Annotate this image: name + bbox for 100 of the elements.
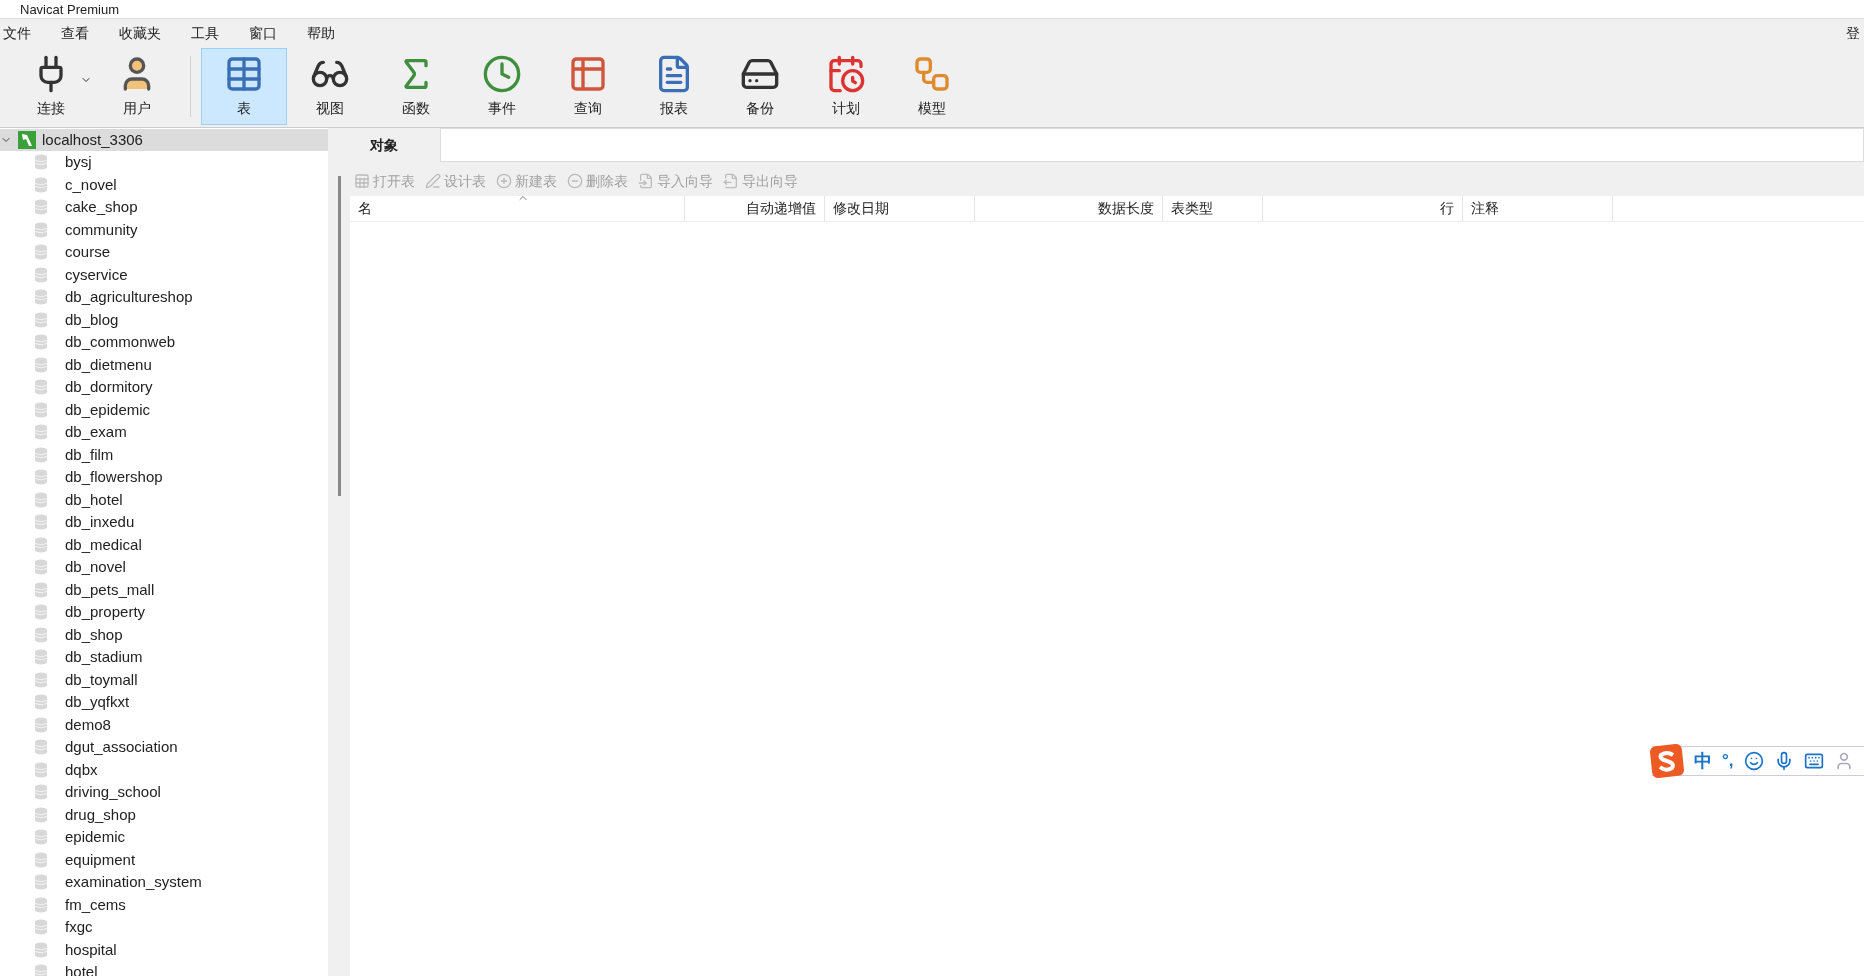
database-item[interactable]: course — [0, 241, 328, 264]
database-item[interactable]: dqbx — [0, 758, 328, 781]
database-item[interactable]: bysj — [0, 151, 328, 174]
database-item[interactable]: fxgc — [0, 916, 328, 939]
menu-item[interactable]: 文件 — [0, 20, 34, 47]
toolbar-button[interactable]: 表 — [201, 48, 287, 125]
database-item[interactable]: db_toymall — [0, 668, 328, 691]
database-icon — [34, 334, 48, 351]
column-header[interactable]: 表类型 — [1163, 196, 1263, 221]
database-item[interactable]: db_medical — [0, 533, 328, 556]
column-header[interactable]: 行 — [1263, 196, 1463, 221]
database-icon — [34, 424, 48, 441]
database-icon — [34, 401, 48, 418]
column-header[interactable]: 自动递增值 — [685, 196, 825, 221]
database-icon — [34, 941, 48, 958]
database-item[interactable]: db_pets_mall — [0, 578, 328, 601]
database-item[interactable]: db_stadium — [0, 646, 328, 669]
database-icon — [34, 266, 48, 283]
toolbar-button[interactable]: 报表 — [631, 48, 717, 125]
database-item[interactable]: db_property — [0, 601, 328, 624]
database-icon — [34, 244, 48, 261]
database-icon — [34, 581, 48, 598]
database-icon — [34, 379, 48, 396]
menu-item[interactable]: 帮助 — [304, 20, 338, 47]
toolbar-button[interactable]: 计划 — [803, 48, 889, 125]
database-item[interactable]: hospital — [0, 938, 328, 961]
database-icon — [34, 874, 48, 891]
calendar-icon — [826, 54, 866, 94]
punctuation-mode[interactable]: °, — [1722, 748, 1734, 774]
database-item[interactable]: db_shop — [0, 623, 328, 646]
database-item[interactable]: demo8 — [0, 713, 328, 736]
toolbar-button[interactable]: 函数 — [373, 48, 459, 125]
database-item[interactable]: drug_shop — [0, 803, 328, 826]
database-icon — [34, 671, 48, 688]
database-item[interactable]: db_commonweb — [0, 331, 328, 354]
window-title: Navicat Premium — [20, 2, 119, 16]
emoji-icon[interactable] — [1743, 751, 1764, 771]
toolbar-button[interactable]: 模型 — [889, 48, 975, 125]
database-item[interactable]: db_inxedu — [0, 511, 328, 534]
menu-item[interactable]: 工具 — [188, 20, 222, 47]
menu-item[interactable]: 查看 — [58, 20, 92, 47]
database-item[interactable]: db_novel — [0, 556, 328, 579]
login-link[interactable]: 登 — [1846, 23, 1864, 44]
database-item[interactable]: epidemic — [0, 826, 328, 849]
database-icon — [34, 784, 48, 801]
database-icon — [34, 806, 48, 823]
minus-icon — [567, 173, 583, 189]
diagram-icon — [912, 54, 952, 94]
menu-item[interactable]: 收藏夹 — [116, 20, 164, 47]
column-header[interactable]: 数据长度 — [975, 196, 1163, 221]
database-icon — [34, 626, 48, 643]
input-mode[interactable]: 中 — [1694, 747, 1712, 775]
database-item[interactable]: db_dietmenu — [0, 353, 328, 376]
toolbar-button[interactable]: 用户 — [94, 48, 180, 125]
database-item[interactable]: driving_school — [0, 781, 328, 804]
clock-icon — [482, 54, 522, 94]
import-icon — [638, 173, 654, 189]
database-item[interactable]: db_flowershop — [0, 466, 328, 489]
database-item[interactable]: equipment — [0, 848, 328, 871]
database-item[interactable]: db_exam — [0, 421, 328, 444]
database-item[interactable]: db_agricultureshop — [0, 286, 328, 309]
database-icon — [34, 514, 48, 531]
table-icon — [354, 173, 370, 189]
database-icon — [34, 559, 48, 576]
table-icon — [568, 54, 608, 94]
toolbar-button[interactable]: 查询 — [545, 48, 631, 125]
database-icon — [34, 356, 48, 373]
database-item[interactable]: fm_cems — [0, 893, 328, 916]
database-item[interactable]: examination_system — [0, 871, 328, 894]
database-item[interactable]: dgut_association — [0, 736, 328, 759]
database-item[interactable]: c_novel — [0, 173, 328, 196]
toolbar-button[interactable]: 事件 — [459, 48, 545, 125]
toolbar-button[interactable]: 备份 — [717, 48, 803, 125]
column-header[interactable]: 修改日期 — [825, 196, 975, 221]
database-item[interactable]: db_blog — [0, 308, 328, 331]
database-icon — [34, 761, 48, 778]
database-item[interactable]: cake_shop — [0, 196, 328, 219]
keyboard-icon[interactable] — [1803, 751, 1824, 771]
column-header[interactable]: 注释 — [1463, 196, 1613, 221]
menu-item[interactable]: 窗口 — [246, 20, 280, 47]
database-item[interactable]: db_epidemic — [0, 398, 328, 421]
database-item[interactable]: db_hotel — [0, 488, 328, 511]
database-icon — [34, 604, 48, 621]
database-icon — [34, 536, 48, 553]
database-item[interactable]: db_dormitory — [0, 376, 328, 399]
database-item[interactable]: db_film — [0, 443, 328, 466]
pencil-icon — [425, 173, 441, 189]
connection-row[interactable]: localhost_3306 — [0, 129, 328, 151]
database-item[interactable]: community — [0, 218, 328, 241]
toolbar-button[interactable]: 连接 — [8, 48, 94, 125]
database-item[interactable]: cyservice — [0, 263, 328, 286]
toolbar-button[interactable]: 视图 — [287, 48, 373, 125]
database-icon — [34, 289, 48, 306]
column-header[interactable]: 名 — [350, 196, 685, 221]
database-icon — [34, 491, 48, 508]
scrollbar-thumb[interactable] — [337, 176, 341, 496]
export-icon — [723, 173, 739, 189]
database-icon — [34, 896, 48, 913]
database-icon — [34, 176, 48, 193]
database-item[interactable]: db_yqfkxt — [0, 691, 328, 714]
